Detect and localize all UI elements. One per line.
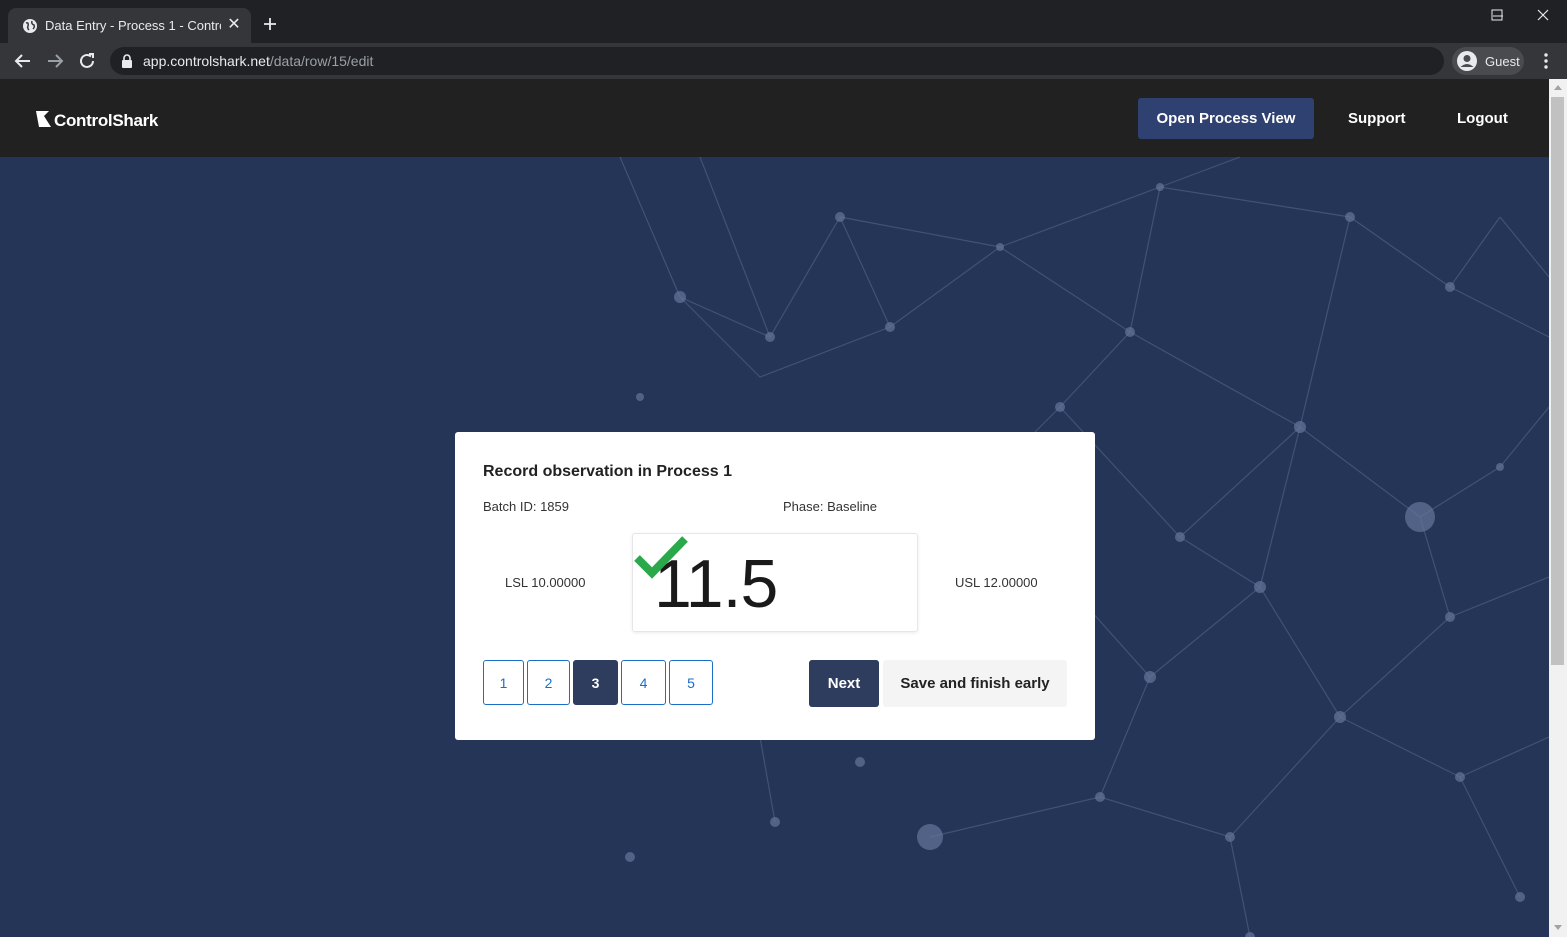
- app-navbar: ControlShark Open Process View Support L…: [0, 79, 1549, 157]
- card-title: Record observation in Process 1: [483, 463, 732, 480]
- save-and-finish-button[interactable]: Save and finish early: [883, 660, 1067, 707]
- page-button-1[interactable]: 1: [483, 660, 524, 705]
- browser-tab[interactable]: Data Entry - Process 1 - ControlSh ✕: [8, 8, 251, 43]
- back-arrow-icon[interactable]: [12, 50, 34, 72]
- observation-value-field[interactable]: 11.5: [632, 533, 918, 632]
- hero-background: Record observation in Process 1 Batch ID…: [0, 157, 1549, 937]
- browser-toolbar: app.controlshark.net/data/row/15/edit Gu…: [0, 43, 1567, 79]
- tab-title: Data Entry - Process 1 - ControlSh: [45, 18, 221, 33]
- usl-label: USL 12.00000: [955, 575, 1038, 590]
- scroll-up-arrow-icon[interactable]: [1554, 85, 1562, 90]
- avatar-icon: [1457, 51, 1477, 71]
- more-menu-icon[interactable]: [1536, 50, 1556, 72]
- forward-arrow-icon[interactable]: [44, 50, 66, 72]
- address-bar[interactable]: app.controlshark.net/data/row/15/edit: [110, 47, 1444, 75]
- check-icon: [634, 536, 688, 579]
- lsl-label: LSL 10.00000: [505, 575, 586, 590]
- browser-tab-strip: Data Entry - Process 1 - ControlSh ✕: [0, 0, 1567, 43]
- profile-label: Guest: [1485, 54, 1520, 69]
- page-button-4[interactable]: 4: [621, 660, 666, 705]
- scroll-thumb[interactable]: [1551, 97, 1564, 665]
- batch-id: Batch ID: 1859: [483, 499, 569, 514]
- page-button-5[interactable]: 5: [669, 660, 713, 705]
- logout-link[interactable]: Logout: [1457, 98, 1508, 139]
- observation-card: Record observation in Process 1 Batch ID…: [455, 432, 1095, 740]
- new-tab-icon[interactable]: [259, 13, 281, 35]
- open-process-view-button[interactable]: Open Process View: [1138, 98, 1314, 139]
- shark-fin-icon: [36, 111, 51, 127]
- profile-button[interactable]: Guest: [1452, 47, 1524, 75]
- globe-icon: [23, 19, 37, 33]
- phase-label: Phase: Baseline: [783, 499, 877, 514]
- brand-name: ControlShark: [54, 111, 159, 130]
- url-text: app.controlshark.net/data/row/15/edit: [143, 53, 374, 69]
- scroll-down-arrow-icon[interactable]: [1554, 925, 1562, 930]
- page-button-2[interactable]: 2: [527, 660, 570, 705]
- support-link[interactable]: Support: [1348, 98, 1406, 139]
- reload-icon[interactable]: [76, 50, 98, 72]
- tab-close-icon[interactable]: ✕: [224, 15, 244, 35]
- lock-icon: [122, 54, 132, 68]
- page-scrollbar[interactable]: [1549, 79, 1567, 937]
- page-viewport: ControlShark Open Process View Support L…: [0, 79, 1549, 937]
- maximize-icon[interactable]: [1474, 0, 1520, 32]
- close-window-icon[interactable]: [1521, 0, 1567, 32]
- page-button-3[interactable]: 3: [573, 660, 618, 705]
- next-button[interactable]: Next: [809, 660, 879, 707]
